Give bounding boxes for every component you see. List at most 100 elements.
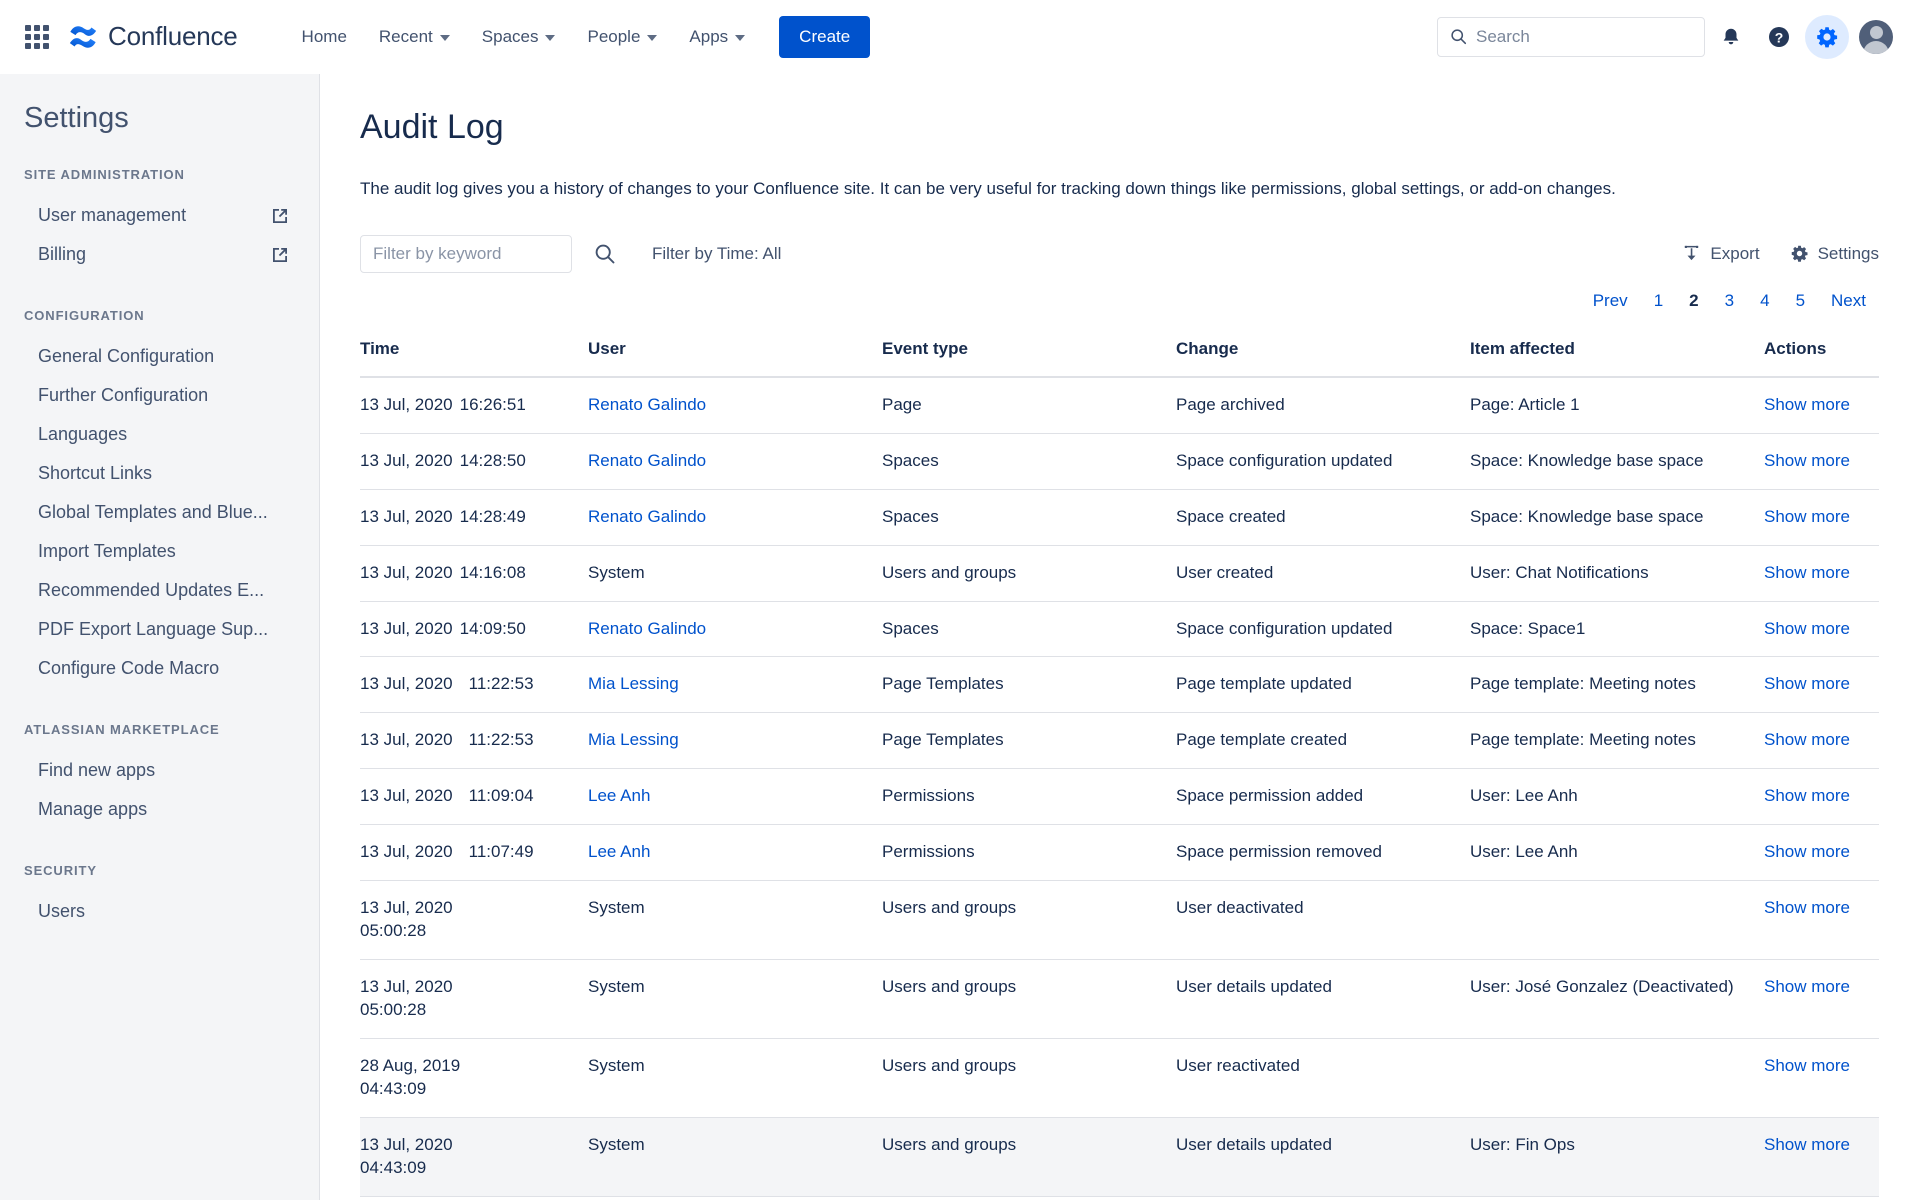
sidebar-item-label: General Configuration [38, 346, 214, 367]
user-avatar[interactable] [1859, 20, 1893, 54]
filter-keyword-input[interactable] [360, 235, 572, 273]
pagination-page-3[interactable]: 3 [1712, 287, 1747, 315]
cell-actions: Show more [1764, 489, 1879, 545]
export-button[interactable]: Export [1682, 244, 1759, 264]
sidebar-item-languages[interactable]: Languages [0, 415, 319, 454]
cell-user: Mia Lessing [588, 713, 882, 769]
pagination-page-2[interactable]: 2 [1676, 287, 1711, 315]
nav-item-home[interactable]: Home [288, 19, 361, 55]
table-settings-button[interactable]: Settings [1790, 244, 1879, 264]
sidebar-item-users[interactable]: Users [0, 892, 319, 931]
time-date: 13 Jul, 2020 [360, 619, 453, 638]
cell-item-affected: Page template: Meeting notes [1470, 657, 1764, 713]
sidebar-item-shortcut-links[interactable]: Shortcut Links [0, 454, 319, 493]
pagination-page-5[interactable]: 5 [1783, 287, 1818, 315]
sidebar-item-user-management[interactable]: User management [0, 196, 319, 235]
cell-time: 13 Jul, 202014:28:50 [360, 433, 588, 489]
cell-event-type: Page [882, 377, 1176, 433]
confluence-home-logo[interactable]: Confluence [68, 21, 238, 52]
pagination-page-1[interactable]: 1 [1641, 287, 1676, 315]
sidebar-item-import-templates[interactable]: Import Templates [0, 532, 319, 571]
cell-actions: Show more [1764, 657, 1879, 713]
sidebar-item-label: Users [38, 901, 85, 922]
user-link[interactable]: Renato Galindo [588, 619, 706, 638]
sidebar-item-label: Further Configuration [38, 385, 208, 406]
cell-user: Renato Galindo [588, 377, 882, 433]
external-link-icon [271, 246, 289, 264]
sidebar-item-configure-code-macro[interactable]: Configure Code Macro [0, 649, 319, 688]
table-row: 13 Jul, 202014:28:50Renato GalindoSpaces… [360, 433, 1879, 489]
nav-item-people[interactable]: People [573, 19, 671, 55]
settings-sidebar: Settings SITE ADMINISTRATION User manage… [0, 74, 320, 1200]
show-more-link[interactable]: Show more [1764, 563, 1850, 582]
help-question-icon[interactable]: ? [1757, 15, 1801, 59]
pagination-next[interactable]: Next [1818, 287, 1879, 315]
cell-event-type: Users and groups [882, 1038, 1176, 1117]
show-more-link[interactable]: Show more [1764, 1135, 1850, 1154]
sidebar-item-billing[interactable]: Billing [0, 235, 319, 274]
cell-item-affected: Page: Article 1 [1470, 377, 1764, 433]
table-row: 13 Jul, 202005:00:28SystemUsers and grou… [360, 881, 1879, 960]
user-link[interactable]: Renato Galindo [588, 395, 706, 414]
sidebar-item-pdf-export-language-support[interactable]: PDF Export Language Sup... [0, 610, 319, 649]
page-layout: Settings SITE ADMINISTRATION User manage… [0, 74, 1919, 1200]
show-more-link[interactable]: Show more [1764, 395, 1850, 414]
sidebar-group-label: ATLASSIAN MARKETPLACE [0, 722, 319, 737]
show-more-link[interactable]: Show more [1764, 451, 1850, 470]
filter-by-time-dropdown[interactable]: Filter by Time: All [652, 244, 781, 264]
search-input[interactable]: Search [1437, 17, 1705, 57]
nav-item-spaces[interactable]: Spaces [468, 19, 570, 55]
user-link[interactable]: Renato Galindo [588, 507, 706, 526]
top-navigation-bar: Confluence Home Recent Spaces People App… [0, 0, 1919, 74]
sidebar-item-label: Configure Code Macro [38, 658, 219, 679]
cell-item-affected: Space: Space1 [1470, 601, 1764, 657]
table-row: 13 Jul, 202011:22:53Mia LessingPage Temp… [360, 713, 1879, 769]
audit-log-table-body: 13 Jul, 2020 16:26:51 Renato Galindo Page Pa… [360, 377, 1879, 1200]
cell-actions: Show more [1764, 825, 1879, 881]
show-more-link[interactable]: Show more [1764, 1056, 1850, 1075]
user-link[interactable]: Lee Anh [588, 842, 650, 861]
show-more-link[interactable]: Show more [1764, 842, 1850, 861]
nav-item-apps[interactable]: Apps [675, 19, 759, 55]
cell-actions: Show more [1764, 1117, 1879, 1196]
gear-icon [1790, 244, 1809, 263]
create-button[interactable]: Create [779, 16, 870, 58]
show-more-link[interactable]: Show more [1764, 619, 1850, 638]
settings-gear-icon[interactable] [1805, 15, 1849, 59]
time-clock: 16:26:51 [460, 395, 526, 414]
pagination-prev[interactable]: Prev [1580, 287, 1641, 315]
pagination-page-4[interactable]: 4 [1747, 287, 1782, 315]
search-icon[interactable] [592, 241, 618, 267]
cell-actions: Show more [1764, 601, 1879, 657]
show-more-link[interactable]: Show more [1764, 786, 1850, 805]
grid-apps-icon[interactable] [18, 18, 56, 56]
user-link[interactable]: Mia Lessing [588, 730, 679, 749]
notifications-bell-icon[interactable] [1709, 15, 1753, 59]
user-link[interactable]: Lee Anh [588, 786, 650, 805]
cell-item-affected: Space: Knowledge base space [1470, 489, 1764, 545]
show-more-link[interactable]: Show more [1764, 977, 1850, 996]
sidebar-item-further-configuration[interactable]: Further Configuration [0, 376, 319, 415]
time-date: 13 Jul, 2020 [360, 842, 453, 861]
chevron-down-icon [735, 35, 745, 41]
table-row: 13 Jul, 202014:28:49Renato GalindoSpaces… [360, 489, 1879, 545]
user-link[interactable]: Renato Galindo [588, 451, 706, 470]
sidebar-item-manage-apps[interactable]: Manage apps [0, 790, 319, 829]
sidebar-item-recommended-updates-email[interactable]: Recommended Updates E... [0, 571, 319, 610]
time-date: 28 Aug, 2019 [360, 1055, 588, 1078]
cell-user: Lee Anh [588, 769, 882, 825]
show-more-link[interactable]: Show more [1764, 730, 1850, 749]
sidebar-item-general-configuration[interactable]: General Configuration [0, 337, 319, 376]
show-more-link[interactable]: Show more [1764, 674, 1850, 693]
show-more-link[interactable]: Show more [1764, 898, 1850, 917]
show-more-link[interactable]: Show more [1764, 507, 1850, 526]
nav-item-recent[interactable]: Recent [365, 19, 464, 55]
user-name: System [588, 563, 645, 582]
page-title: Audit Log [360, 108, 1879, 147]
cell-time: 13 Jul, 2020 [360, 1196, 588, 1200]
user-name: System [588, 898, 645, 917]
sidebar-item-find-new-apps[interactable]: Find new apps [0, 751, 319, 790]
sidebar-item-global-templates-and-blueprints[interactable]: Global Templates and Blue... [0, 493, 319, 532]
user-link[interactable]: Mia Lessing [588, 674, 679, 693]
time-clock: 04:43:09 [360, 1157, 588, 1180]
